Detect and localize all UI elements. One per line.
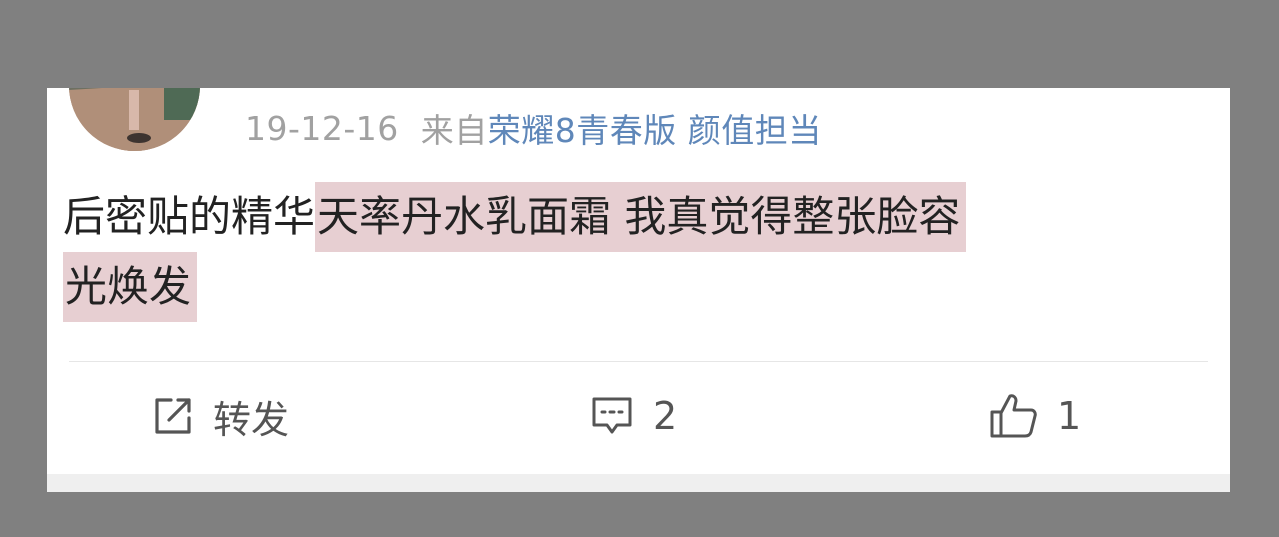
avatar[interactable] [69, 88, 200, 151]
like-button[interactable]: 1 [989, 388, 1081, 444]
comment-button[interactable]: 2 [589, 388, 677, 444]
card-bottom-strip [47, 474, 1230, 492]
post-line-1: 后密贴的精华 天率丹水乳面霜 我真觉得整张脸容 [63, 182, 1193, 252]
like-count: 1 [1057, 394, 1082, 438]
post-body: 后密贴的精华 天率丹水乳面霜 我真觉得整张脸容 光焕发 [63, 182, 1193, 322]
device-link[interactable]: 荣耀8青春版 颜值担当 [488, 104, 822, 152]
source-label: 来自 [420, 111, 488, 150]
post-text-plain: 后密贴的精华 [63, 192, 316, 241]
thumbs-up-icon [989, 392, 1039, 440]
post-text-highlight-continued: 光焕发 [63, 252, 198, 322]
post-line-2: 光焕发 [63, 252, 1193, 322]
repost-label: 转发 [213, 397, 290, 442]
post-card: 19-12-16 来自 荣耀8青春版 颜值担当 后密贴的精华 天率丹水乳面霜 我… [47, 88, 1230, 492]
post-date: 19-12-16 [245, 108, 399, 148]
post-meta: 19-12-16 来自 荣耀8青春版 颜值担当 [245, 104, 822, 152]
repost-icon [151, 394, 195, 438]
repost-button[interactable]: 转发 [151, 388, 289, 444]
avatar-photo [69, 88, 200, 151]
comment-count: 2 [653, 394, 678, 438]
action-bar: 转发 2 1 [47, 362, 1230, 474]
post-text-highlight: 天率丹水乳面霜 我真觉得整张脸容 [315, 182, 967, 252]
comment-icon [589, 394, 635, 438]
